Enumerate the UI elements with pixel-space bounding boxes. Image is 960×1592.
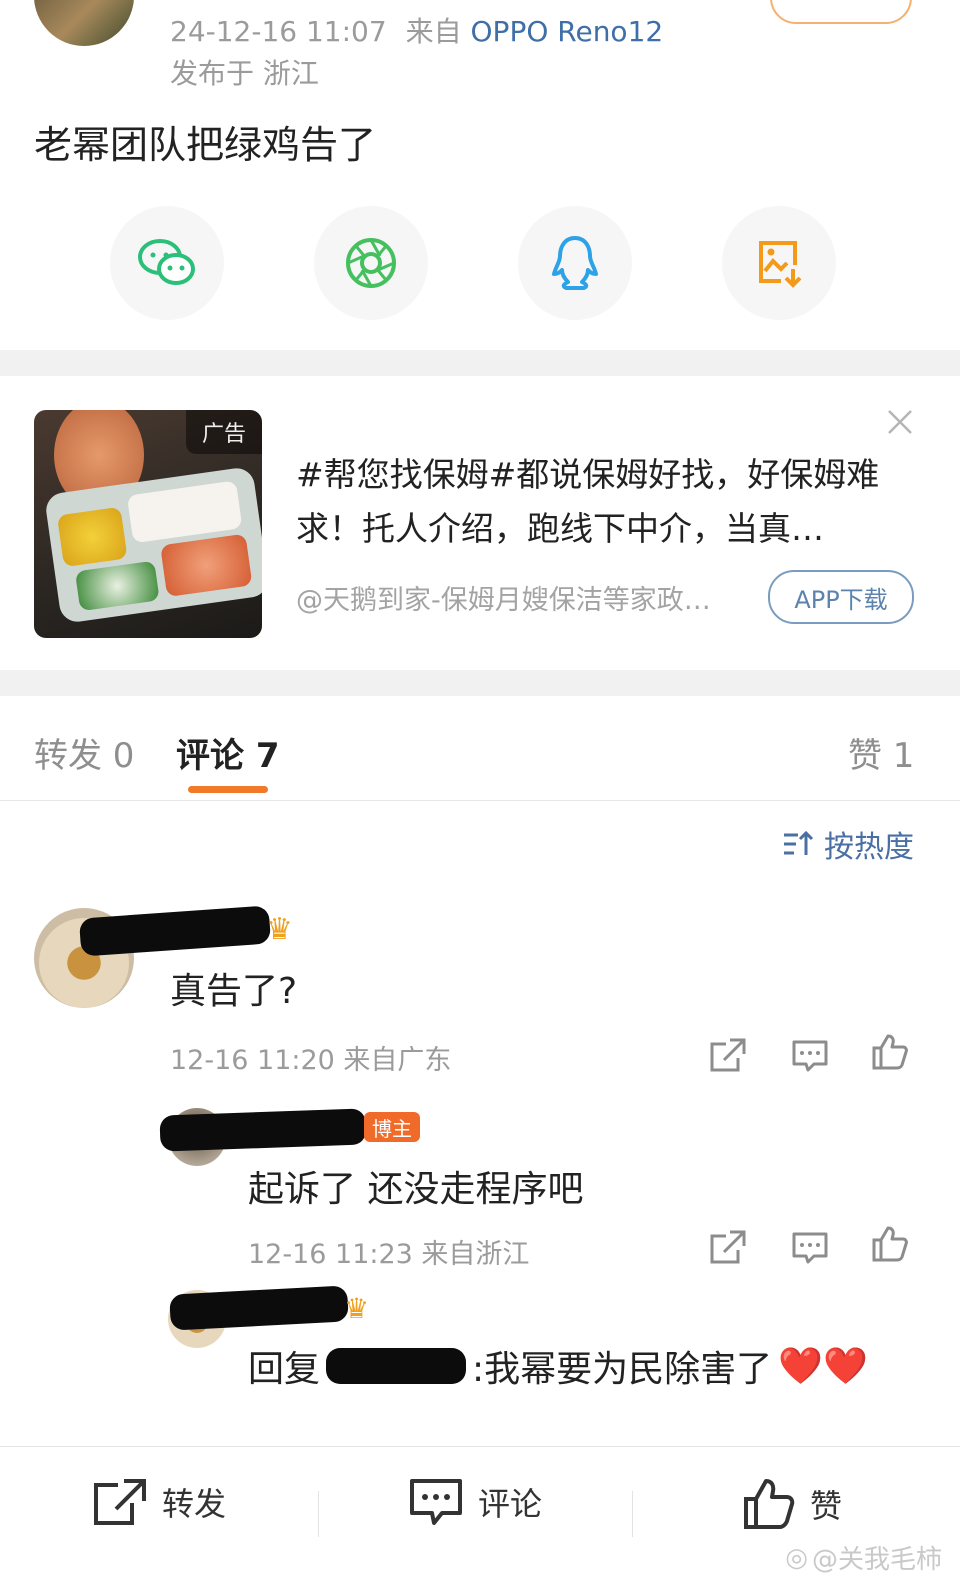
like-icon <box>744 1479 795 1529</box>
bottom-comment-button[interactable]: 评论 <box>408 1477 542 1527</box>
redacted-mention[interactable] <box>326 1348 467 1384</box>
reply-text: 起诉了 还没走程序吧 <box>248 1169 584 1210</box>
sort-icon <box>784 830 814 855</box>
share-save-image-button[interactable] <box>722 206 836 320</box>
section-divider <box>0 350 960 376</box>
post-device[interactable]: OPPO Reno12 <box>471 15 664 48</box>
section-divider-2 <box>0 670 960 696</box>
post-from-label: 来自 <box>405 15 462 48</box>
bottom-like-label: 赞 <box>810 1487 843 1525</box>
bar-separator <box>632 1491 633 1537</box>
watermark: ◎ @关我毛柿 <box>785 1539 942 1576</box>
sort-label: 按热度 <box>824 830 914 865</box>
ad-title[interactable]: #帮您找保姆#都说保姆好找，好保姆难求！托人介绍，跑线下中介，当真… <box>296 448 912 556</box>
tab-like[interactable]: 赞 1 <box>848 728 914 777</box>
tabs-bottom-border <box>0 800 960 801</box>
repost-icon[interactable] <box>708 1036 748 1076</box>
bottom-comment-label: 评论 <box>478 1485 543 1523</box>
post-time: 24-12-16 11:07 <box>170 15 387 48</box>
post-text: 老幂团队把绿鸡告了 <box>34 123 377 167</box>
redacted-username <box>159 1108 367 1152</box>
moments-icon <box>346 238 396 288</box>
heart-icons: ❤️❤️ <box>778 1346 868 1387</box>
share-moments-button[interactable] <box>314 206 428 320</box>
reply-body: :我幂要为民除害了 <box>472 1349 773 1390</box>
qq-icon <box>552 236 598 290</box>
weibo-logo-icon: ◎ <box>785 1542 808 1573</box>
app-download-button[interactable]: APP下载 <box>768 570 914 624</box>
comment-icon <box>410 1479 462 1525</box>
bar-separator <box>318 1491 319 1537</box>
app-download-label: APP下载 <box>794 585 888 614</box>
share-wechat-button[interactable] <box>110 206 224 320</box>
bottom-repost-label: 转发 <box>162 1485 227 1523</box>
like-icon[interactable] <box>870 1032 910 1072</box>
comment-icon[interactable] <box>790 1228 830 1268</box>
bottom-action-bar: 转发 评论 赞 ◎ @关我毛柿 <box>0 1446 960 1592</box>
reply-time: 12-16 11:23 来自浙江 <box>248 1239 530 1270</box>
crown-badge-icon: ♛ <box>344 1292 370 1325</box>
comment-icon[interactable] <box>790 1036 830 1076</box>
blogger-badge: 博主 <box>364 1112 420 1142</box>
tab-repost[interactable]: 转发 0 <box>34 728 134 777</box>
blogger-badge-label: 博主 <box>372 1116 412 1141</box>
ad-badge: 广告 <box>185 410 262 454</box>
close-icon[interactable] <box>886 408 914 436</box>
sort-toggle[interactable]: 按热度 <box>782 822 914 866</box>
like-icon[interactable] <box>870 1224 910 1264</box>
reply-text-line: 回复 :我幂要为民除害了 ❤️❤️ <box>248 1340 868 1392</box>
bottom-like-button[interactable]: 赞 <box>742 1477 842 1531</box>
comment-text: 真告了? <box>170 971 298 1012</box>
reply-prefix: 回复 <box>248 1349 321 1390</box>
repost-icon[interactable] <box>708 1228 748 1268</box>
ad-image[interactable]: 广告 <box>34 410 262 638</box>
tab-comment[interactable]: 评论 7 <box>176 728 280 777</box>
wechat-icon <box>138 239 195 285</box>
ad-source: @天鹅到家-保姆月嫂保洁等家政… <box>296 585 711 616</box>
repost-icon <box>94 1479 146 1525</box>
bottom-repost-button[interactable]: 转发 <box>92 1477 226 1527</box>
follow-button[interactable] <box>770 0 912 24</box>
share-qq-button[interactable] <box>518 206 632 320</box>
crown-badge-icon: ♛ <box>266 912 293 947</box>
watermark-text: @关我毛柿 <box>811 1545 942 1575</box>
tab-active-indicator <box>188 786 268 793</box>
post-author-avatar[interactable] <box>34 0 134 46</box>
save-image-icon <box>759 241 802 288</box>
post-meta-line: 24-12-16 11:07 来自 OPPO Reno12 <box>170 10 663 50</box>
comment-time: 12-16 11:20 来自广东 <box>170 1045 452 1076</box>
post-location: 发布于 浙江 <box>170 57 319 90</box>
